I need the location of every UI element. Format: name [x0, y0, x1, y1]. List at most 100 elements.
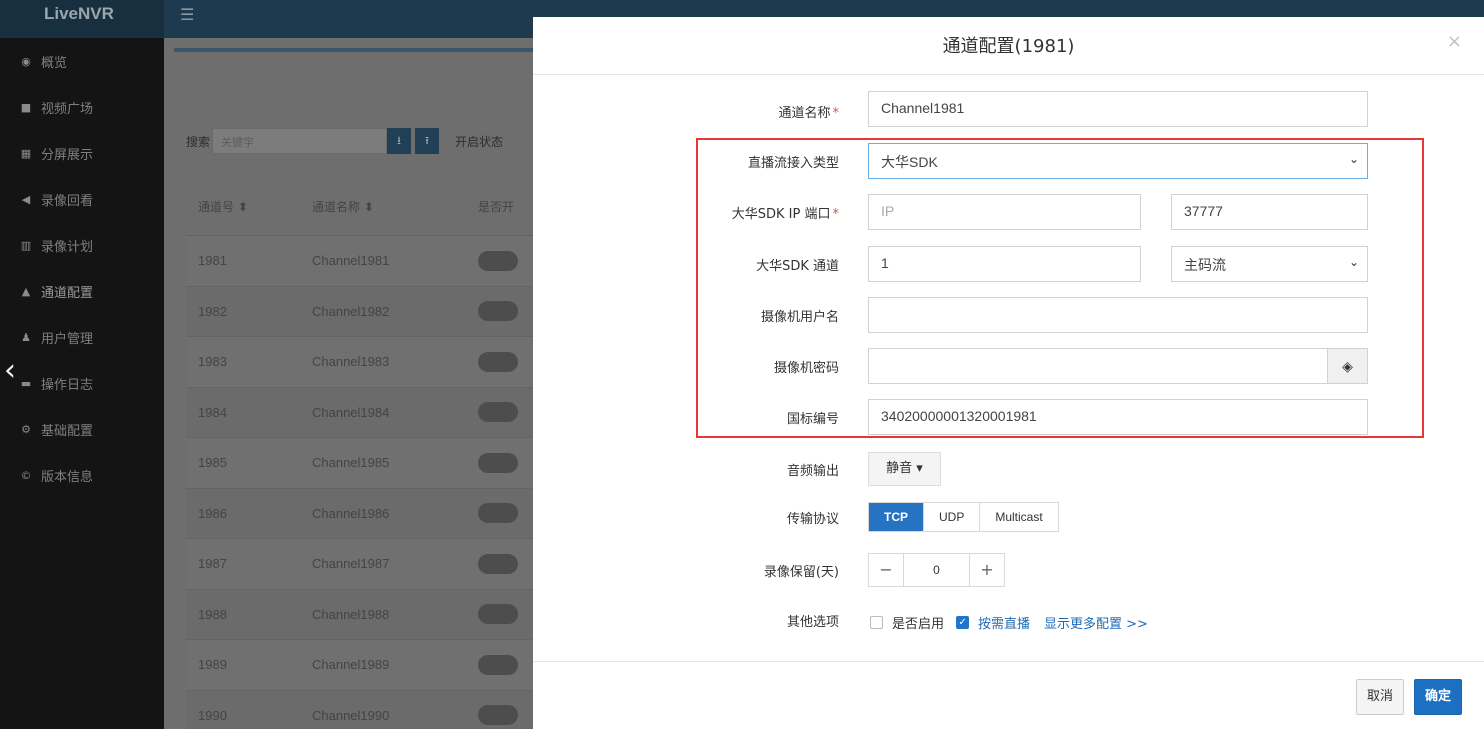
enable-toggle[interactable]	[478, 351, 518, 372]
header-enabled: 是否开	[478, 200, 515, 214]
close-icon[interactable]: ×	[1447, 31, 1462, 52]
cell-name: Channel1982	[312, 303, 390, 319]
cell-id: 1981	[198, 253, 227, 269]
enable-toggle[interactable]	[478, 503, 518, 524]
protocol-multicast-button[interactable]: Multicast	[979, 503, 1057, 531]
cell-name: Channel1987	[312, 556, 390, 572]
sidebar-item-version-info[interactable]: © 版本信息	[0, 452, 164, 498]
sidebar-item-label: 通道配置	[41, 285, 94, 301]
enable-toggle[interactable]	[478, 553, 518, 574]
dashboard-icon: ◉	[21, 54, 31, 68]
sidebar-item-user-management[interactable]: ♟ 用户管理	[0, 314, 164, 360]
record-keep-value[interactable]: 0	[903, 554, 970, 586]
table-row[interactable]: 1983 Channel1983	[186, 337, 536, 388]
enabled-checkbox-label[interactable]: 是否启用	[892, 613, 944, 632]
cancel-button[interactable]: 取消	[1355, 679, 1404, 715]
cell-id: 1988	[198, 606, 227, 622]
plus-icon[interactable]: +	[970, 554, 1004, 586]
enable-toggle[interactable]	[478, 654, 518, 675]
protocol-udp-button[interactable]: UDP	[923, 503, 979, 531]
panel-top-border	[174, 48, 534, 52]
enable-toggle[interactable]	[478, 452, 518, 473]
record-keep-label: 录像保留(天)	[763, 564, 839, 580]
record-keep-stepper: − 0 +	[868, 553, 1005, 587]
backward-icon: ◀	[21, 192, 31, 206]
enable-status-label: 开启状态	[455, 134, 504, 149]
sidebar-item-basic-config[interactable]: ⚙ 基础配置	[0, 406, 164, 452]
audio-label: 音频输出	[786, 463, 839, 479]
minus-icon[interactable]: −	[869, 554, 903, 586]
channel-table: 通道号 ⬍ 通道名称 ⬍ 是否开 1981 Channel1981 1982 Cha…	[186, 178, 536, 729]
cell-name: Channel1981	[312, 253, 390, 269]
protocol-segmented-control: TCP UDP Multicast	[868, 502, 1059, 532]
protocol-tcp-button[interactable]: TCP	[869, 503, 923, 531]
table-row[interactable]: 1988 Channel1988	[186, 589, 536, 640]
cell-name: Channel1984	[312, 404, 390, 420]
sidebar-item-split-screen[interactable]: ▦ 分屏展示	[0, 130, 164, 176]
menu-toggle-icon[interactable]: ☰	[180, 5, 194, 24]
cell-name: Channel1990	[312, 707, 390, 723]
table-row[interactable]: 1985 Channel1985	[186, 438, 536, 489]
other-options: 是否启用 ✓ 按需直播 显示更多配置 >>	[870, 613, 1148, 632]
cell-name: Channel1988	[312, 606, 390, 622]
sidebar-item-playback[interactable]: ◀ 录像回看	[0, 176, 164, 222]
header-channel-id[interactable]: 通道号 ⬍	[186, 198, 312, 215]
sidebar-item-operation-log[interactable]: ▬ 操作日志	[0, 360, 164, 406]
sidebar-item-label: 用户管理	[41, 331, 94, 347]
show-more-config-link[interactable]: 显示更多配置 >>	[1044, 613, 1148, 632]
sidebar: ◉ 概览 ■ 视频广场 ▦ 分屏展示 ◀ 录像回看 ▥ 录像计划 ▲ 通道配置 ♟ 用户管理 …	[0, 38, 164, 729]
header-channel-name[interactable]: 通道名称 ⬍	[312, 198, 478, 215]
confirm-button[interactable]: 确定	[1413, 679, 1462, 715]
sidebar-item-overview[interactable]: ◉ 概览	[0, 38, 164, 84]
sidebar-item-video-square[interactable]: ■ 视频广场	[0, 84, 164, 130]
download-icon[interactable]: ⭳	[387, 128, 412, 154]
enable-toggle[interactable]	[478, 705, 518, 726]
other-options-label: 其他选项	[786, 614, 839, 630]
sidebar-item-label: 录像计划	[41, 239, 94, 255]
upload-icon[interactable]: ⭱	[415, 128, 440, 154]
protocol-label: 传输协议	[786, 511, 839, 527]
table-row[interactable]: 1986 Channel1986	[186, 488, 536, 539]
sidebar-item-label: 基础配置	[41, 423, 94, 439]
cell-name: Channel1985	[312, 455, 390, 471]
table-row[interactable]: 1984 Channel1984	[186, 387, 536, 438]
gears-icon: ⚙	[21, 422, 31, 436]
dialog-title: 通道配置(1981)	[942, 36, 1075, 57]
cell-id: 1989	[198, 657, 227, 673]
table-row[interactable]: 1989 Channel1989	[186, 640, 536, 691]
back-arrow-icon[interactable]: ‹	[4, 356, 16, 386]
sidebar-item-record-plan[interactable]: ▥ 录像计划	[0, 222, 164, 268]
highlight-annotation-box	[696, 138, 1424, 438]
table-row[interactable]: 1990 Channel1990	[186, 690, 536, 729]
sidebar-item-label: 概览	[41, 55, 68, 71]
channel-name-input[interactable]: Channel1981	[868, 91, 1368, 127]
sidebar-item-label: 视频广场	[41, 101, 94, 117]
cell-id: 1983	[198, 354, 227, 370]
table-row[interactable]: 1987 Channel1987	[186, 539, 536, 590]
cell-name: Channel1989	[312, 657, 390, 673]
enable-toggle[interactable]	[478, 604, 518, 625]
search-label: 搜索	[186, 134, 211, 149]
sidebar-item-label: 录像回看	[41, 193, 94, 209]
users-icon: ♟	[21, 330, 31, 344]
app-logo[interactable]: LiveNVR	[0, 0, 164, 38]
cell-id: 1990	[198, 707, 227, 723]
on-demand-checkbox[interactable]: ✓	[956, 616, 970, 629]
sitemap-icon: ▲	[21, 284, 31, 298]
enable-toggle[interactable]	[478, 402, 518, 423]
sidebar-item-channel-config[interactable]: ▲ 通道配置	[0, 268, 164, 314]
cell-id: 1986	[198, 505, 227, 521]
file-icon: ▬	[20, 376, 32, 390]
row-audio: 音频输出	[533, 452, 839, 486]
on-demand-checkbox-label[interactable]: 按需直播	[978, 613, 1030, 632]
audio-mute-dropdown[interactable]: 静音 ▾	[868, 452, 941, 486]
table-row[interactable]: 1981 Channel1981	[186, 236, 536, 287]
table-row[interactable]: 1982 Channel1982	[186, 286, 536, 337]
search-input[interactable]: 关键字	[212, 128, 388, 154]
cell-id: 1982	[198, 303, 227, 319]
row-channel-name: 通道名称 *	[533, 93, 839, 129]
enabled-checkbox[interactable]	[870, 616, 883, 629]
enable-toggle[interactable]	[478, 250, 518, 271]
sidebar-item-label: 分屏展示	[41, 147, 94, 163]
enable-toggle[interactable]	[478, 301, 518, 322]
